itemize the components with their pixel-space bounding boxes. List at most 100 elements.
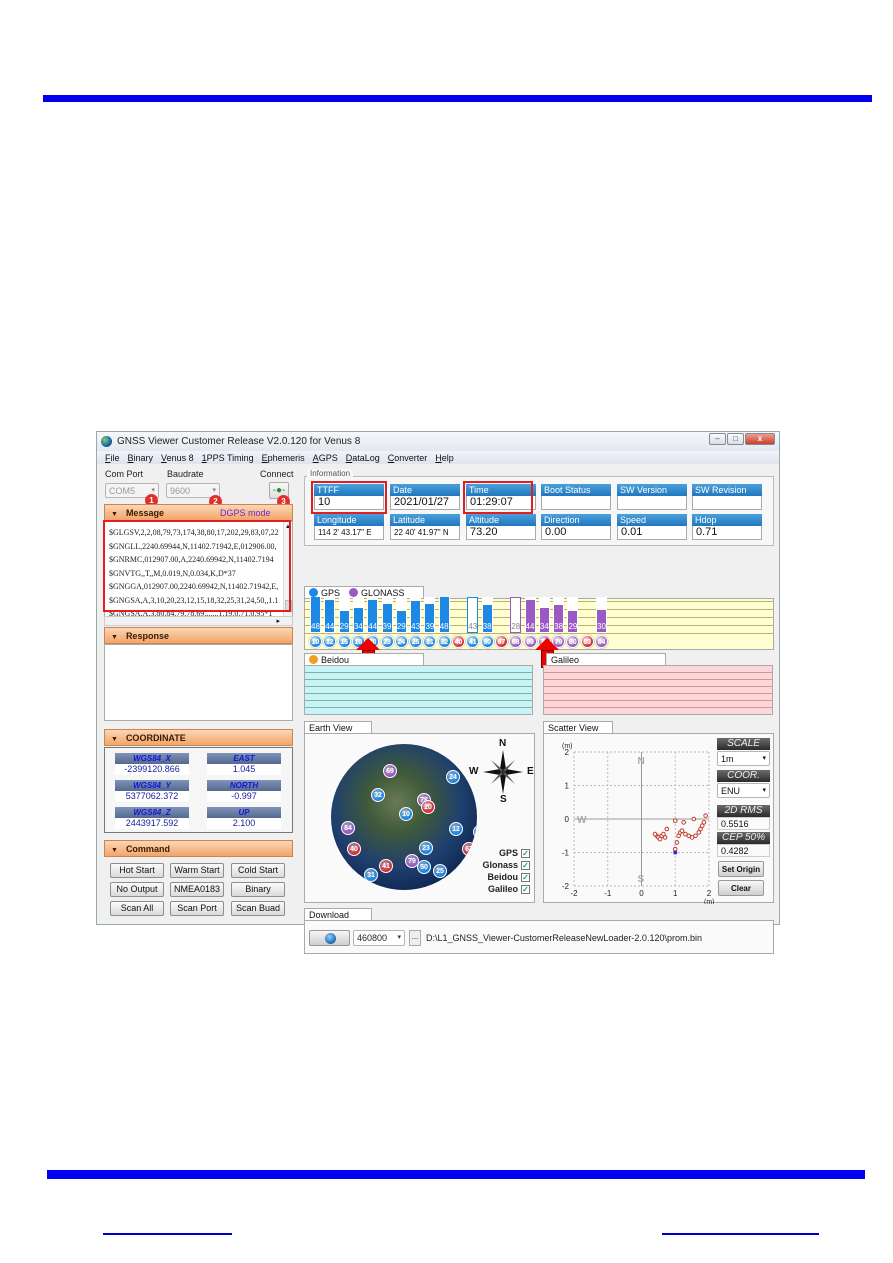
beidou-tab[interactable]: Beidou bbox=[304, 653, 424, 665]
filter-beidou[interactable]: Beidou ✓ bbox=[470, 871, 530, 883]
earth-sat-69[interactable]: 69 bbox=[383, 764, 397, 778]
boot-status-field: Boot Status bbox=[541, 484, 611, 510]
command-section-header[interactable]: ▼ Command bbox=[104, 840, 293, 857]
filter-glonass-label: Glonass bbox=[482, 860, 518, 870]
menu-converter[interactable]: Converter bbox=[388, 453, 428, 463]
menu-file[interactable]: File bbox=[105, 453, 120, 463]
hdop-value: 0.71 bbox=[692, 526, 762, 540]
scale-select[interactable]: 1m ▾ bbox=[717, 751, 770, 766]
scan-port-button[interactable]: Scan Port bbox=[170, 901, 224, 916]
checkbox-checked-icon[interactable]: ✓ bbox=[521, 848, 530, 858]
browse-button[interactable]: ... bbox=[409, 930, 421, 946]
scale-header: SCALE bbox=[717, 738, 770, 750]
filter-galileo[interactable]: Galileo ✓ bbox=[470, 883, 530, 895]
clear-button[interactable]: Clear bbox=[718, 880, 764, 896]
earth-sat-25[interactable]: 25 bbox=[433, 864, 447, 878]
footer-link-left[interactable] bbox=[103, 1233, 232, 1235]
snr-bar-10: 48 bbox=[310, 597, 321, 633]
message-section-header[interactable]: ▼ Message DGPS mode bbox=[104, 504, 293, 521]
earth-sat-40[interactable]: 40 bbox=[347, 842, 361, 856]
menu-help[interactable]: Help bbox=[435, 453, 454, 463]
altitude-value: 73.20 bbox=[466, 526, 536, 540]
checkbox-checked-icon[interactable]: ✓ bbox=[521, 872, 530, 882]
earth-sat-12[interactable]: 12 bbox=[449, 822, 463, 836]
boot-status-value bbox=[541, 496, 611, 510]
warm-start-button[interactable]: Warm Start bbox=[170, 863, 224, 878]
x-tick: 2 bbox=[707, 889, 712, 898]
glonass-legend-label: GLONASS bbox=[361, 587, 405, 598]
earth-sat-24[interactable]: 24 bbox=[446, 770, 460, 784]
set-origin-button[interactable]: Set Origin bbox=[718, 861, 764, 877]
coor-select[interactable]: ENU ▾ bbox=[717, 783, 770, 798]
2d-rms-value: 0.5516 bbox=[717, 817, 770, 830]
information-tab[interactable]: Information bbox=[307, 469, 354, 478]
east-value: 1.045 bbox=[207, 764, 281, 775]
x-unit: (m) bbox=[704, 899, 714, 904]
y-tick: 0 bbox=[565, 815, 570, 824]
hot-start-button[interactable]: Hot Start bbox=[110, 863, 164, 878]
download-baud-select[interactable]: 460800 ▾ bbox=[353, 930, 405, 946]
footer-link-right[interactable] bbox=[662, 1233, 819, 1235]
current-position-point bbox=[673, 850, 678, 855]
maximize-button[interactable]: □ bbox=[727, 433, 744, 445]
menu-binary[interactable]: Binary bbox=[128, 453, 154, 463]
firmware-path: D:\L1_GNSS_Viewer-CustomerReleaseNewLoad… bbox=[426, 933, 702, 943]
menu-ephemeris[interactable]: Ephemeris bbox=[262, 453, 305, 463]
scatter-point bbox=[679, 828, 685, 834]
checkbox-checked-icon[interactable]: ✓ bbox=[521, 860, 530, 870]
download-button[interactable] bbox=[309, 930, 350, 946]
earth-sat-23[interactable]: 23 bbox=[419, 841, 433, 855]
scan-baud-button[interactable]: Scan Buad bbox=[231, 901, 285, 916]
scatter-plot[interactable]: 210-1-2-2 -1 0 1 2(m)(m)NSW bbox=[544, 734, 714, 904]
snr-value-label: 44 bbox=[325, 622, 335, 631]
earth-sat-50[interactable]: 50 bbox=[417, 860, 431, 874]
collapse-triangle-icon: ▼ bbox=[111, 736, 118, 743]
beidou-snr-chart bbox=[304, 665, 533, 715]
time-highlight-box bbox=[463, 481, 533, 514]
earth-sat-31[interactable]: 31 bbox=[364, 868, 378, 882]
close-button[interactable]: x bbox=[745, 433, 775, 445]
prn-badge-24: 24 bbox=[394, 635, 408, 648]
response-header-label: Response bbox=[125, 631, 169, 641]
earth-sat-15[interactable]: 15 bbox=[473, 825, 477, 839]
cold-start-button[interactable]: Cold Start bbox=[231, 863, 285, 878]
scatter-view-panel: 2 1 0 -1 -2 -2 -1 0 1 2 (m) (m) N S W SCALE 1m ▾ COOR. … bbox=[543, 733, 774, 904]
nmea0183-button[interactable]: NMEA0183 bbox=[170, 882, 224, 897]
filter-glonass[interactable]: Glonass ✓ bbox=[470, 859, 530, 871]
snr-value-label: 48 bbox=[439, 622, 449, 631]
galileo-tab[interactable]: Galileo bbox=[546, 653, 666, 665]
scatter-point bbox=[691, 816, 697, 822]
earth-sat-32[interactable]: 32 bbox=[371, 788, 385, 802]
menu-datalog[interactable]: DataLog bbox=[346, 453, 380, 463]
scale-value: 1m bbox=[721, 754, 734, 764]
response-section-header[interactable]: ▼ Response bbox=[104, 627, 293, 644]
scroll-right-arrow-icon[interactable]: ▸ bbox=[276, 617, 280, 625]
coordinate-section-header[interactable]: ▼ COORDINATE bbox=[104, 729, 293, 746]
ttff-highlight-box bbox=[311, 481, 387, 514]
footer-rule bbox=[47, 1170, 865, 1179]
minimize-button[interactable]: – bbox=[709, 433, 726, 445]
snr-bar-24: 29 bbox=[395, 597, 407, 633]
snr-bar-68: 28 bbox=[510, 597, 522, 633]
filter-gps[interactable]: GPS ✓ bbox=[470, 847, 530, 859]
menu-agps[interactable]: AGPS bbox=[313, 453, 338, 463]
menu-bar: File Binary Venus 8 1PPS Timing Ephemeri… bbox=[97, 451, 779, 464]
response-panel bbox=[104, 644, 293, 721]
checkbox-checked-icon[interactable]: ✓ bbox=[521, 884, 530, 894]
latitude-value: 22 40' 41.97" N bbox=[390, 526, 460, 540]
earth-sat-84[interactable]: 84 bbox=[341, 821, 355, 835]
binary-button[interactable]: Binary bbox=[231, 882, 285, 897]
menu-venus8[interactable]: Venus 8 bbox=[161, 453, 194, 463]
scan-all-button[interactable]: Scan All bbox=[110, 901, 164, 916]
horizontal-scrollbar[interactable]: ▸ bbox=[104, 616, 293, 626]
earth-sat-20[interactable]: 20 bbox=[421, 800, 435, 814]
snr-bar-69: 44 bbox=[524, 597, 536, 633]
earth-sat-41[interactable]: 41 bbox=[379, 859, 393, 873]
scatter-point bbox=[652, 831, 658, 837]
earth-globe[interactable]: 6924327820101215846723407941502531838018 bbox=[331, 744, 477, 890]
prn-badge-67: 67 bbox=[494, 635, 508, 648]
coordinate-grid: WGS84_X -2399120.866 EAST 1.045 WGS84_Y … bbox=[104, 747, 293, 833]
menu-1pps-timing[interactable]: 1PPS Timing bbox=[202, 453, 254, 463]
earth-sat-10[interactable]: 10 bbox=[399, 807, 413, 821]
no-output-button[interactable]: No Output bbox=[110, 882, 164, 897]
